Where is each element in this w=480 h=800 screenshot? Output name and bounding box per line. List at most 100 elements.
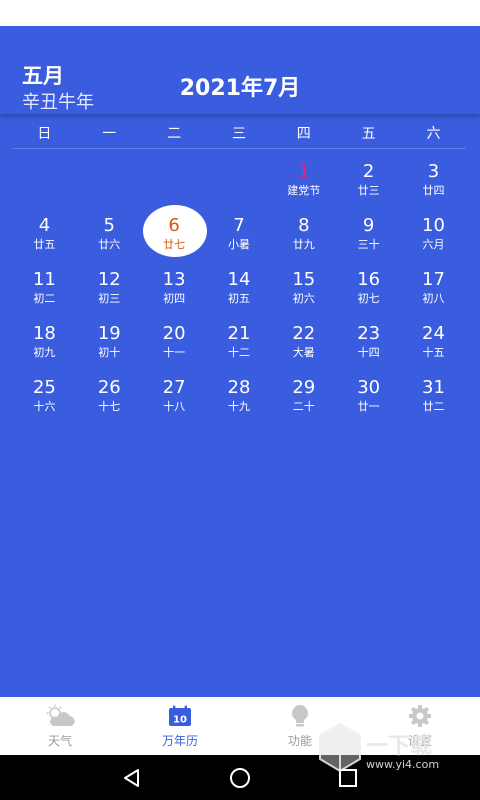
day-number: 18 <box>32 322 56 344</box>
day-number: 8 <box>298 214 310 236</box>
nav-calendar[interactable]: 10 万年历 <box>120 697 240 755</box>
lunar-date: 十二 <box>227 345 250 359</box>
day-number: 2 <box>362 160 375 182</box>
blank-day-cell <box>207 152 272 206</box>
day-number: 27 <box>162 376 186 398</box>
lunar-date: 廿九 <box>292 237 315 251</box>
weekday-mon: 一 <box>102 126 117 142</box>
day-cell-3[interactable]: 3 廿四 <box>401 152 466 206</box>
lunar-date: 三十 <box>357 237 380 251</box>
day-cell-18[interactable]: 18 初九 <box>12 314 77 368</box>
blank-day-cell <box>142 152 207 206</box>
day-cell-30[interactable]: 30 廿一 <box>336 368 401 422</box>
day-cell-29[interactable]: 29 二十 <box>271 368 336 422</box>
day-cell-12[interactable]: 12 初三 <box>77 260 142 314</box>
lunar-date: 廿二 <box>422 399 445 413</box>
weather-cloud-sun-icon <box>43 704 77 728</box>
weekday-sat: 六 <box>426 126 441 142</box>
day-cell-1[interactable]: 1 建党节 <box>271 152 336 206</box>
weekday-header: 日 一 二 三 四 五 六 <box>12 118 466 149</box>
day-cell-13[interactable]: 13 初四 <box>142 260 207 314</box>
lunar-date: 廿一 <box>357 399 380 413</box>
day-number: 24 <box>422 322 445 344</box>
day-number: 26 <box>97 376 121 398</box>
lunar-date: 初十 <box>98 345 121 359</box>
day-number: 3 <box>427 160 440 182</box>
watermark-url: www.yi4.com <box>366 758 440 771</box>
day-cell-11[interactable]: 11 初二 <box>12 260 77 314</box>
lunar-date: 廿七 <box>163 237 186 251</box>
lunar-date: 十一 <box>163 345 186 359</box>
day-number: 21 <box>227 322 251 344</box>
day-number: 6 <box>168 214 180 236</box>
day-cell-28[interactable]: 28 十九 <box>207 368 272 422</box>
day-cell-8[interactable]: 8 廿九 <box>271 206 336 260</box>
day-cell-10[interactable]: 10 六月 <box>401 206 466 260</box>
day-number: 15 <box>292 268 316 290</box>
day-cell-31[interactable]: 31 廿二 <box>401 368 466 422</box>
lunar-date: 初八 <box>422 291 445 305</box>
day-cell-27[interactable]: 27 十八 <box>142 368 207 422</box>
lunar-date: 二十 <box>292 399 315 413</box>
lunar-date: 初六 <box>292 291 315 305</box>
day-cell-23[interactable]: 23 十四 <box>336 314 401 368</box>
day-number: 10 <box>422 214 445 236</box>
nav-functions-label: 功能 <box>287 733 312 748</box>
header: 五月 辛丑牛年 2021年7月 <box>0 26 480 114</box>
weekday-sun: 日 <box>37 126 52 142</box>
watermark-text: 一下载 <box>366 734 433 759</box>
day-number: 19 <box>97 322 121 344</box>
lunar-date: 廿三 <box>357 183 380 197</box>
day-cell-7[interactable]: 7 小暑 <box>207 206 272 260</box>
day-cell-2[interactable]: 2 廿三 <box>336 152 401 206</box>
day-cell-9[interactable]: 9 三十 <box>336 206 401 260</box>
lunar-date: 建党节 <box>287 183 321 197</box>
day-cell-15[interactable]: 15 初六 <box>271 260 336 314</box>
day-cell-19[interactable]: 19 初十 <box>77 314 142 368</box>
day-number: 20 <box>162 322 186 344</box>
calendar-icon: 10 <box>168 704 192 728</box>
day-number: 17 <box>422 268 445 290</box>
lunar-date: 六月 <box>422 237 445 251</box>
watermark-cube-logo <box>319 722 361 773</box>
weekday-thu: 四 <box>296 126 311 142</box>
watermark: 一下载 www.yi4.com <box>318 722 468 782</box>
day-cell-26[interactable]: 26 十七 <box>77 368 142 422</box>
day-cell-6-today[interactable]: 6 廿七 <box>142 205 207 260</box>
day-cell-24[interactable]: 24 十五 <box>401 314 466 368</box>
day-cell-14[interactable]: 14 初五 <box>207 260 272 314</box>
day-number: 30 <box>357 376 381 398</box>
lunar-date: 小暑 <box>227 237 250 251</box>
back-icon[interactable] <box>120 766 144 794</box>
lunar-date: 十八 <box>163 399 186 413</box>
lunar-date: 十四 <box>357 345 380 359</box>
nav-weather-label: 天气 <box>47 733 72 748</box>
day-number: 12 <box>97 268 121 290</box>
day-number: 5 <box>103 214 115 236</box>
weekday-fri: 五 <box>361 126 376 142</box>
home-icon[interactable] <box>228 766 252 794</box>
day-number: 25 <box>32 376 56 398</box>
day-cell-5[interactable]: 5 廿六 <box>77 206 142 260</box>
day-number: 11 <box>32 268 56 290</box>
lightbulb-icon <box>289 704 311 728</box>
day-cell-4[interactable]: 4 廿五 <box>12 206 77 260</box>
day-cell-22[interactable]: 22 大暑 <box>271 314 336 368</box>
day-cell-25[interactable]: 25 十六 <box>12 368 77 422</box>
lunar-date: 初四 <box>163 291 186 305</box>
lunar-date: 廿五 <box>33 237 56 251</box>
page-title[interactable]: 2021年7月 <box>0 70 480 102</box>
lunar-date: 廿四 <box>422 183 445 197</box>
day-number: 29 <box>292 376 316 398</box>
day-cell-20[interactable]: 20 十一 <box>142 314 207 368</box>
day-cell-16[interactable]: 16 初七 <box>336 260 401 314</box>
day-number: 9 <box>362 214 375 236</box>
lunar-date: 十五 <box>422 345 445 359</box>
lunar-date: 初七 <box>357 291 380 305</box>
lunar-date: 大暑 <box>292 345 315 359</box>
day-cell-17[interactable]: 17 初八 <box>401 260 466 314</box>
day-number: 7 <box>233 214 245 236</box>
nav-weather[interactable]: 天气 <box>0 697 120 755</box>
day-cell-21[interactable]: 21 十二 <box>207 314 272 368</box>
lunar-date: 初三 <box>98 291 121 305</box>
